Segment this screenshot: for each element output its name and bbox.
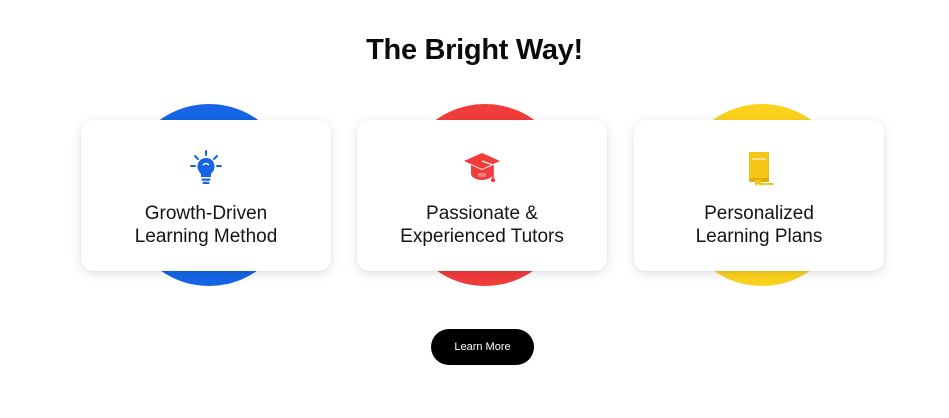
- lightbulb-icon: [189, 149, 223, 192]
- feature-passionate-tutors: Passionate & Experienced Tutors: [357, 104, 607, 286]
- section-title: The Bright Way!: [366, 34, 583, 66]
- feature-label: Growth-Driven Learning Method: [134, 203, 278, 247]
- book-icon: [741, 149, 777, 192]
- feature-label: Passionate & Experienced Tutors: [400, 203, 564, 247]
- feature-card: Personalized Learning Plans: [634, 120, 884, 271]
- graduation-cap-icon: [462, 149, 502, 192]
- feature-personalized-plans: Personalized Learning Plans: [634, 104, 884, 286]
- feature-growth-driven: Growth-Driven Learning Method: [81, 104, 331, 286]
- learn-more-button[interactable]: Learn More: [431, 329, 534, 365]
- feature-card: Passionate & Experienced Tutors: [357, 120, 607, 271]
- feature-card: Growth-Driven Learning Method: [81, 120, 331, 271]
- feature-label: Personalized Learning Plans: [695, 203, 823, 247]
